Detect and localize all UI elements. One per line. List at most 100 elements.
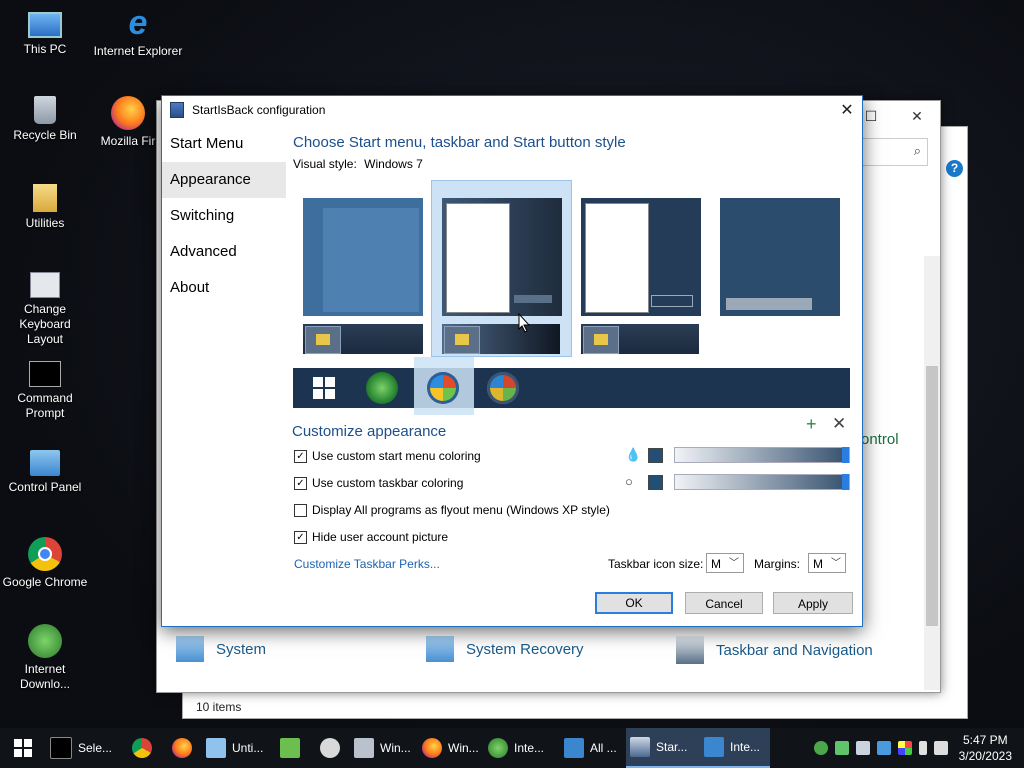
start-button[interactable] xyxy=(0,728,46,768)
start-button-clover[interactable] xyxy=(366,372,398,404)
desktop-icon-internet-explorer[interactable]: e Internet Explorer xyxy=(93,6,183,59)
desktop-icon-this-pc[interactable]: This PC xyxy=(0,8,90,57)
scrollbar-thumb[interactable] xyxy=(926,366,938,626)
desktop-icon-label: Google Chrome xyxy=(2,575,88,589)
partial-heading-text: ontrol xyxy=(861,431,899,448)
cp-item-label: System Recovery xyxy=(466,640,584,658)
desktop-icon-internet-download-manager[interactable]: Internet Downlo... xyxy=(0,624,90,692)
nav-about[interactable]: About xyxy=(162,270,286,306)
checkbox-custom-taskbar-coloring[interactable]: ✓ Use custom taskbar coloring xyxy=(294,476,463,490)
checkbox-hide-user-account-picture[interactable]: ✓ Hide user account picture xyxy=(294,530,448,544)
desktop-icon-control-panel[interactable]: Control Panel xyxy=(0,450,90,495)
taskbar-preview-3[interactable] xyxy=(581,324,699,354)
start-button-windows10[interactable] xyxy=(313,377,335,399)
remove-icon[interactable]: ✕ xyxy=(832,414,846,434)
taskbar-item-inte-1[interactable]: Inte... xyxy=(484,728,560,768)
control-panel-icon xyxy=(564,738,584,758)
download-tray-icon[interactable] xyxy=(813,741,828,755)
customize-taskbar-perks-link[interactable]: Customize Taskbar Perks... xyxy=(294,557,440,571)
help-icon[interactable]: ? xyxy=(946,160,963,177)
taskbar-item-paint[interactable] xyxy=(310,728,350,768)
cp-item-label: System xyxy=(216,640,267,658)
nav-appearance[interactable]: Appearance xyxy=(162,162,286,198)
app-icon xyxy=(630,737,650,757)
slider-thumb[interactable] xyxy=(842,447,849,463)
checkbox-box[interactable]: ✓ xyxy=(294,476,307,490)
checkbox-box[interactable]: ✓ xyxy=(294,530,307,544)
usb-tray-icon[interactable] xyxy=(918,741,927,755)
taskbar-item-control-panel[interactable]: All ... xyxy=(560,728,626,768)
taskbar-item-inte-2[interactable]: Inte... xyxy=(700,728,770,768)
color-tray-icon[interactable] xyxy=(897,741,912,755)
style-preview-plain[interactable] xyxy=(581,198,701,316)
margins-select[interactable]: M ﹀ xyxy=(808,553,846,573)
window-icon xyxy=(704,737,724,757)
cancel-button[interactable]: Cancel xyxy=(685,592,763,614)
start-button-vista-orb[interactable] xyxy=(487,372,519,404)
close-icon[interactable]: ✕ xyxy=(894,101,940,131)
checkbox-label: Use custom taskbar coloring xyxy=(312,476,464,490)
desktop-icon-firefox[interactable]: Mozilla Fir xyxy=(93,96,163,149)
taskbar-navigation-icon xyxy=(676,636,704,664)
folder-icon xyxy=(33,184,57,212)
menu-panel xyxy=(446,203,510,313)
desktop-icon-label: Recycle Bin xyxy=(13,128,77,142)
cp-item-taskbar-navigation[interactable]: Taskbar and Navigation xyxy=(676,636,873,664)
checkbox-flyout-all-programs[interactable]: Display All programs as flyout menu (Win… xyxy=(294,503,610,517)
computer-icon xyxy=(28,12,62,38)
desktop-icon-command-prompt[interactable]: Command Prompt xyxy=(0,361,90,421)
system-tray: 5:47 PM 3/20/2023 xyxy=(813,732,1024,764)
startisback-dialog: StartIsBack configuration ✕ Start Menu A… xyxy=(161,95,863,627)
desktop-icon-recycle-bin[interactable]: Recycle Bin xyxy=(0,96,90,143)
style-preview-windows7[interactable] xyxy=(442,198,562,316)
desktop-icon-utilities[interactable]: Utilities xyxy=(0,184,90,231)
monitor-tray-icon[interactable] xyxy=(876,741,891,755)
add-icon[interactable]: + xyxy=(806,414,817,435)
firefox-icon xyxy=(422,738,442,758)
clock[interactable]: 5:47 PM 3/20/2023 xyxy=(955,732,1016,764)
apply-button[interactable]: Apply xyxy=(773,592,853,614)
taskbar-item-win-1[interactable]: Win... xyxy=(350,728,418,768)
volume-muted-icon[interactable] xyxy=(933,741,948,755)
cp-item-system-recovery[interactable]: System Recovery xyxy=(426,636,584,662)
opacity-drop-filled-icon: 💧 xyxy=(625,447,642,462)
taskbar-item-notepad[interactable]: Unti... xyxy=(202,728,270,768)
desktop-icon-keyboard-layout[interactable]: Change Keyboard Layout xyxy=(0,272,90,347)
taskbar-item-chrome[interactable] xyxy=(122,728,162,768)
taskbar-preview-2[interactable] xyxy=(442,324,560,354)
taskbar-item-firefox[interactable] xyxy=(162,728,202,768)
style-preview-windows10[interactable] xyxy=(303,198,423,316)
vertical-scrollbar[interactable] xyxy=(924,256,940,690)
paint-icon xyxy=(320,738,340,758)
settings-tray-icon[interactable] xyxy=(855,741,870,755)
clock-time: 5:47 PM xyxy=(962,733,1008,747)
style-preview-compact[interactable] xyxy=(720,198,840,316)
network-tray-icon[interactable] xyxy=(834,741,849,755)
nav-advanced[interactable]: Advanced xyxy=(162,234,286,270)
cp-item-system[interactable]: System xyxy=(176,636,266,662)
start-menu-opacity-slider[interactable] xyxy=(674,447,850,463)
nav-start-menu[interactable]: Start Menu xyxy=(162,126,286,162)
close-icon[interactable]: ✕ xyxy=(832,100,862,120)
taskbar-item-task-manager[interactable] xyxy=(270,728,310,768)
taskbar-opacity-slider[interactable] xyxy=(674,474,850,490)
taskbar-item-cmd[interactable]: Sele... xyxy=(46,728,122,768)
select-value: M xyxy=(711,557,721,571)
ok-button[interactable]: OK xyxy=(595,592,673,614)
checkbox-custom-start-menu-coloring[interactable]: ✓ Use custom start menu coloring xyxy=(294,449,481,463)
start-menu-color-swatch[interactable] xyxy=(648,448,663,463)
start-button-windows7-orb[interactable] xyxy=(427,372,459,404)
nav-switching[interactable]: Switching xyxy=(162,198,286,234)
desktop-icon-google-chrome[interactable]: Google Chrome xyxy=(0,537,90,590)
checkbox-box[interactable]: ✓ xyxy=(294,449,307,463)
taskbar-icon-size-select[interactable]: M ﹀ xyxy=(706,553,744,573)
taskbar-item-label: Sele... xyxy=(78,741,113,755)
slider-thumb[interactable] xyxy=(842,474,849,490)
taskbar-item-startisback[interactable]: Star... xyxy=(626,728,700,768)
taskbar-preview-1[interactable] xyxy=(303,324,423,354)
checkbox-box[interactable] xyxy=(294,503,307,517)
system-recovery-icon xyxy=(426,636,454,662)
search-box[interactable]: ⌕ xyxy=(860,138,928,166)
taskbar-item-win-2[interactable]: Win... xyxy=(418,728,484,768)
taskbar-color-swatch[interactable] xyxy=(648,475,663,490)
